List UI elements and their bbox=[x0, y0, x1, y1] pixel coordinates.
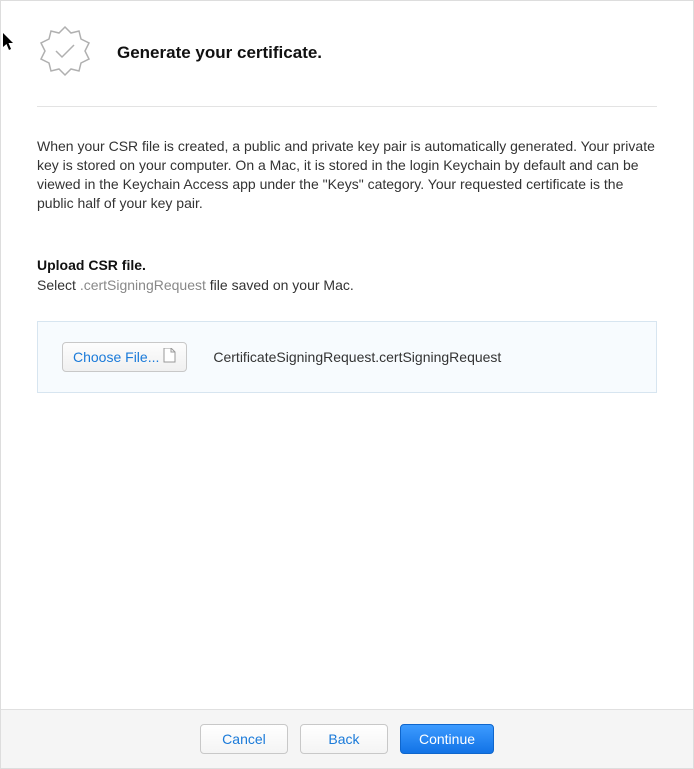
page-header: Generate your certificate. bbox=[37, 23, 657, 107]
footer-bar: Cancel Back Continue bbox=[1, 709, 693, 768]
upload-help-ext: .certSigningRequest bbox=[80, 277, 206, 293]
continue-button[interactable]: Continue bbox=[400, 724, 494, 754]
choose-file-label: Choose File... bbox=[73, 349, 159, 365]
description-text: When your CSR file is created, a public … bbox=[37, 137, 657, 213]
main-content: Generate your certificate. When your CSR… bbox=[1, 1, 693, 709]
cursor-icon bbox=[3, 33, 16, 54]
upload-help-suffix: file saved on your Mac. bbox=[206, 277, 354, 293]
selected-filename: CertificateSigningRequest.certSigningReq… bbox=[213, 349, 501, 365]
upload-help: Select .certSigningRequest file saved on… bbox=[37, 277, 657, 293]
back-button[interactable]: Back bbox=[300, 724, 388, 754]
upload-section: Upload CSR file. Select .certSigningRequ… bbox=[37, 257, 657, 393]
upload-title: Upload CSR file. bbox=[37, 257, 657, 273]
certificate-badge-icon bbox=[37, 23, 93, 82]
choose-file-button[interactable]: Choose File... bbox=[62, 342, 187, 372]
page-title: Generate your certificate. bbox=[117, 43, 322, 63]
file-icon bbox=[163, 348, 176, 366]
upload-help-prefix: Select bbox=[37, 277, 80, 293]
upload-box: Choose File... CertificateSigningRequest… bbox=[37, 321, 657, 393]
cancel-button[interactable]: Cancel bbox=[200, 724, 288, 754]
